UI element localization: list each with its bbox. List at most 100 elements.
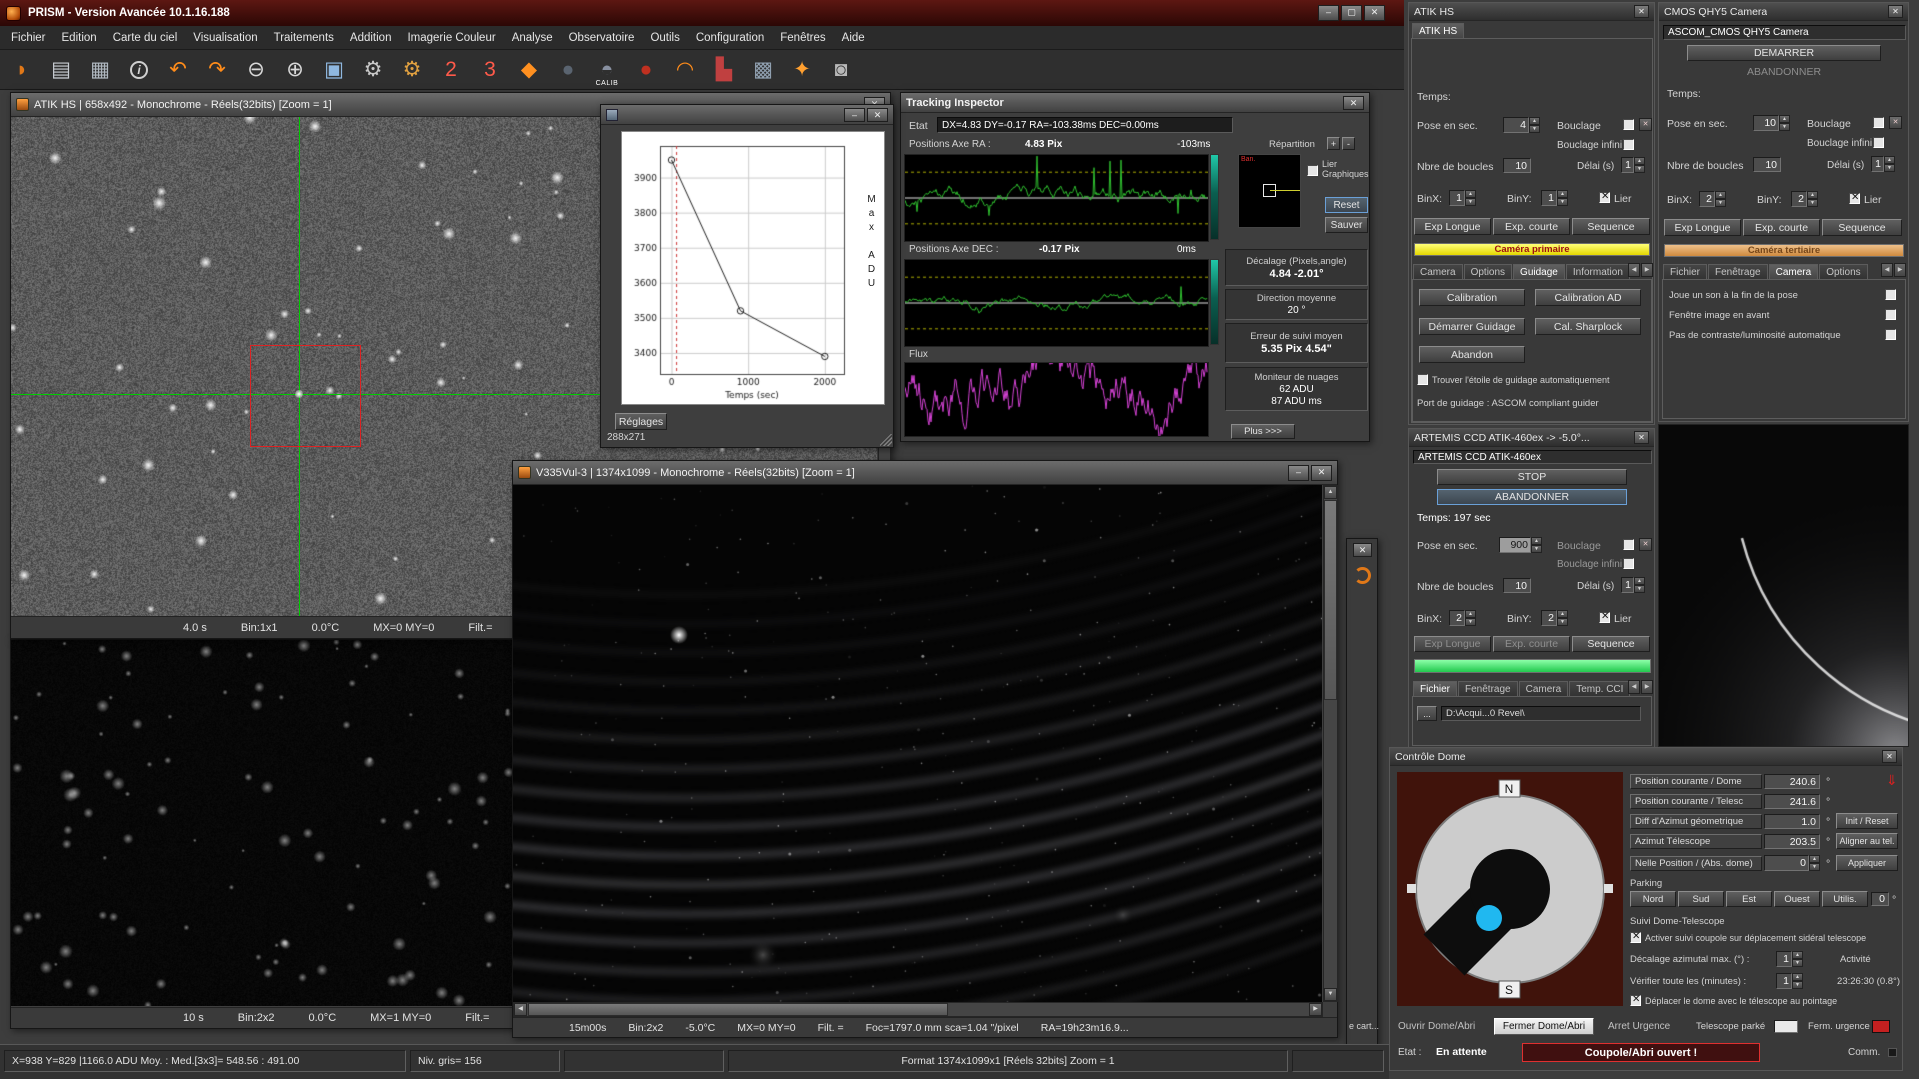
scroll-down-icon[interactable] [1324, 988, 1337, 1001]
scroll-thumb[interactable] [528, 1003, 948, 1016]
sauver-button[interactable]: Sauver [1325, 217, 1368, 233]
clear-icon[interactable] [1639, 538, 1652, 551]
exp-courte-button[interactable]: Exp. courte [1743, 219, 1820, 236]
guide-selection-box[interactable] [250, 345, 361, 447]
biny-spinner[interactable]: 1 [1541, 190, 1568, 206]
tab-fichier[interactable]: Fichier [1663, 264, 1707, 279]
tab-camera[interactable]: Camera [1769, 264, 1819, 279]
minimize-icon[interactable] [844, 108, 865, 122]
lier-graphiques-checkbox[interactable] [1307, 165, 1318, 176]
menu-fichier[interactable]: Fichier [3, 28, 54, 48]
maximize-icon[interactable] [1341, 5, 1362, 21]
calibration-button[interactable]: Calibration [1419, 289, 1525, 306]
reset-button[interactable]: Reset [1325, 197, 1368, 213]
exp-longue-button[interactable]: Exp Longue [1664, 219, 1741, 236]
clear-icon[interactable] [1639, 118, 1652, 131]
delai-spinner[interactable]: 1 [1871, 156, 1895, 172]
sphere-icon[interactable]: ● [550, 53, 586, 87]
decalage-azimutal-spinner[interactable]: 1 [1776, 951, 1803, 967]
gear-color-icon[interactable]: ⚙ [394, 53, 430, 87]
zoom-in-icon[interactable]: ⊕ [277, 53, 313, 87]
tab-camera[interactable]: Camera [1519, 681, 1569, 696]
bouclage-infini-checkbox[interactable] [1623, 558, 1634, 569]
ccd-window-icon[interactable]: ▩ [745, 53, 781, 87]
menu-fenetres[interactable]: Fenêtres [772, 28, 833, 48]
abandonner-button[interactable]: ABANDONNER [1437, 489, 1627, 505]
calibration-ad-button[interactable]: Calibration AD [1535, 289, 1641, 306]
tab-fenetrage[interactable]: Fenêtrage [1708, 264, 1768, 279]
close-icon[interactable] [867, 108, 888, 122]
minimize-icon[interactable] [1288, 465, 1309, 481]
prism-logo-icon[interactable]: ◗ [4, 53, 40, 87]
zoom-out-icon[interactable]: ⊖ [238, 53, 274, 87]
menu-aide[interactable]: Aide [834, 28, 873, 48]
tabs-scroll-left-icon[interactable] [1881, 263, 1893, 277]
close-icon[interactable] [1634, 431, 1649, 444]
tabs-scroll-left-icon[interactable] [1628, 680, 1640, 694]
appliquer-button[interactable]: Appliquer [1836, 855, 1898, 871]
verifier-spinner[interactable]: 1 [1776, 973, 1803, 989]
exp-longue-button[interactable]: Exp Longue [1414, 636, 1491, 652]
azimut-diff-value[interactable]: 1.0 [1764, 814, 1820, 829]
close-icon[interactable] [1353, 543, 1372, 557]
tab-temp-ccd[interactable]: Temp. CCI [1569, 681, 1630, 696]
aligner-button[interactable]: Aligner au tel. [1836, 833, 1898, 849]
close-icon[interactable] [1882, 750, 1897, 763]
ouvrir-dome-button[interactable]: Ouvrir Dome/Abri [1398, 1021, 1475, 1032]
v335-titlebar[interactable]: V335Vul-3 | 1374x1099 - Monochrome - Rée… [513, 461, 1337, 485]
tab-camera[interactable]: Camera [1413, 264, 1463, 279]
bouclage-infini-checkbox[interactable] [1873, 137, 1884, 148]
undo-icon[interactable]: ↶ [160, 53, 196, 87]
cal-sharplock-button[interactable]: Cal. Sharplock [1535, 318, 1641, 335]
tabs-scroll-right-icon[interactable] [1641, 680, 1653, 694]
histogram-icon[interactable]: ▙ [706, 53, 742, 87]
camera-device-selector[interactable]: ASCOM_CMOS QHY5 Camera [1663, 25, 1906, 40]
scroll-left-icon[interactable] [514, 1003, 527, 1016]
tab-guidage[interactable]: Guidage [1513, 264, 1565, 279]
close-icon[interactable] [1634, 5, 1649, 18]
tabs-scroll-right-icon[interactable] [1641, 263, 1653, 277]
scroll-right-icon[interactable] [1309, 1003, 1322, 1016]
artemis-panel-header[interactable]: ARTEMIS CCD ATIK-460ex -> -5.0°... [1409, 429, 1654, 447]
binx-spinner[interactable]: 1 [1449, 190, 1476, 206]
camera-device-selector[interactable]: ARTEMIS CCD ATIK-460ex [1413, 450, 1652, 464]
tab-fichier[interactable]: Fichier [1413, 681, 1457, 696]
exp-courte-button[interactable]: Exp. courte [1493, 636, 1570, 652]
park-sud-button[interactable]: Sud [1678, 891, 1724, 907]
comet-icon[interactable]: ✦ [784, 53, 820, 87]
exp-courte-button[interactable]: Exp. courte [1493, 218, 1570, 235]
horizontal-scrollbar[interactable] [513, 1002, 1323, 1017]
gear-icon[interactable]: ⚙ [355, 53, 391, 87]
plus-button[interactable]: Plus >>> [1231, 424, 1295, 439]
tab-fenetrage[interactable]: Fenêtrage [1458, 681, 1518, 696]
nouvelle-position-spinner[interactable]: 0 [1764, 855, 1820, 871]
repartition-zoom-in-button[interactable]: + [1327, 137, 1340, 150]
tabs-scroll-left-icon[interactable] [1628, 263, 1640, 277]
pose-spinner[interactable]: 4 [1503, 117, 1540, 133]
sequence-button[interactable]: Sequence [1572, 218, 1650, 235]
droplet-icon[interactable]: ◆ [511, 53, 547, 87]
park-ouest-button[interactable]: Ouest [1774, 891, 1820, 907]
suivi-checkbox[interactable] [1630, 932, 1641, 943]
park-utilis-button[interactable]: Utilis. [1822, 891, 1868, 907]
delai-spinner[interactable]: 1 [1621, 157, 1645, 173]
resize-grip[interactable] [880, 434, 892, 446]
demarrer-button[interactable]: DEMARRER [1687, 45, 1881, 61]
bin2-icon[interactable]: 2 [433, 53, 469, 87]
init-reset-button[interactable]: Init / Reset [1836, 813, 1898, 829]
menu-observatoire[interactable]: Observatoire [561, 28, 643, 48]
telescope-position-value[interactable]: 241.6 [1764, 794, 1820, 809]
park-est-button[interactable]: Est [1726, 891, 1772, 907]
find-star-checkbox[interactable] [1417, 374, 1428, 385]
sequence-button[interactable]: Sequence [1572, 636, 1650, 652]
tab-options[interactable]: Options [1819, 264, 1867, 279]
menu-visualisation[interactable]: Visualisation [185, 28, 265, 48]
option-contrast-checkbox[interactable] [1885, 329, 1896, 340]
tracking-titlebar[interactable]: Tracking Inspector [901, 93, 1369, 113]
minimize-icon[interactable] [1318, 5, 1339, 21]
table-icon[interactable]: ▦ [82, 53, 118, 87]
save-path[interactable]: D:\Acqui...0 Revel\ [1441, 706, 1641, 721]
pose-spinner[interactable]: 900 [1499, 537, 1542, 553]
menu-carte-du-ciel[interactable]: Carte du ciel [105, 28, 186, 48]
atik-panel-header[interactable]: ATIK HS [1409, 3, 1654, 21]
